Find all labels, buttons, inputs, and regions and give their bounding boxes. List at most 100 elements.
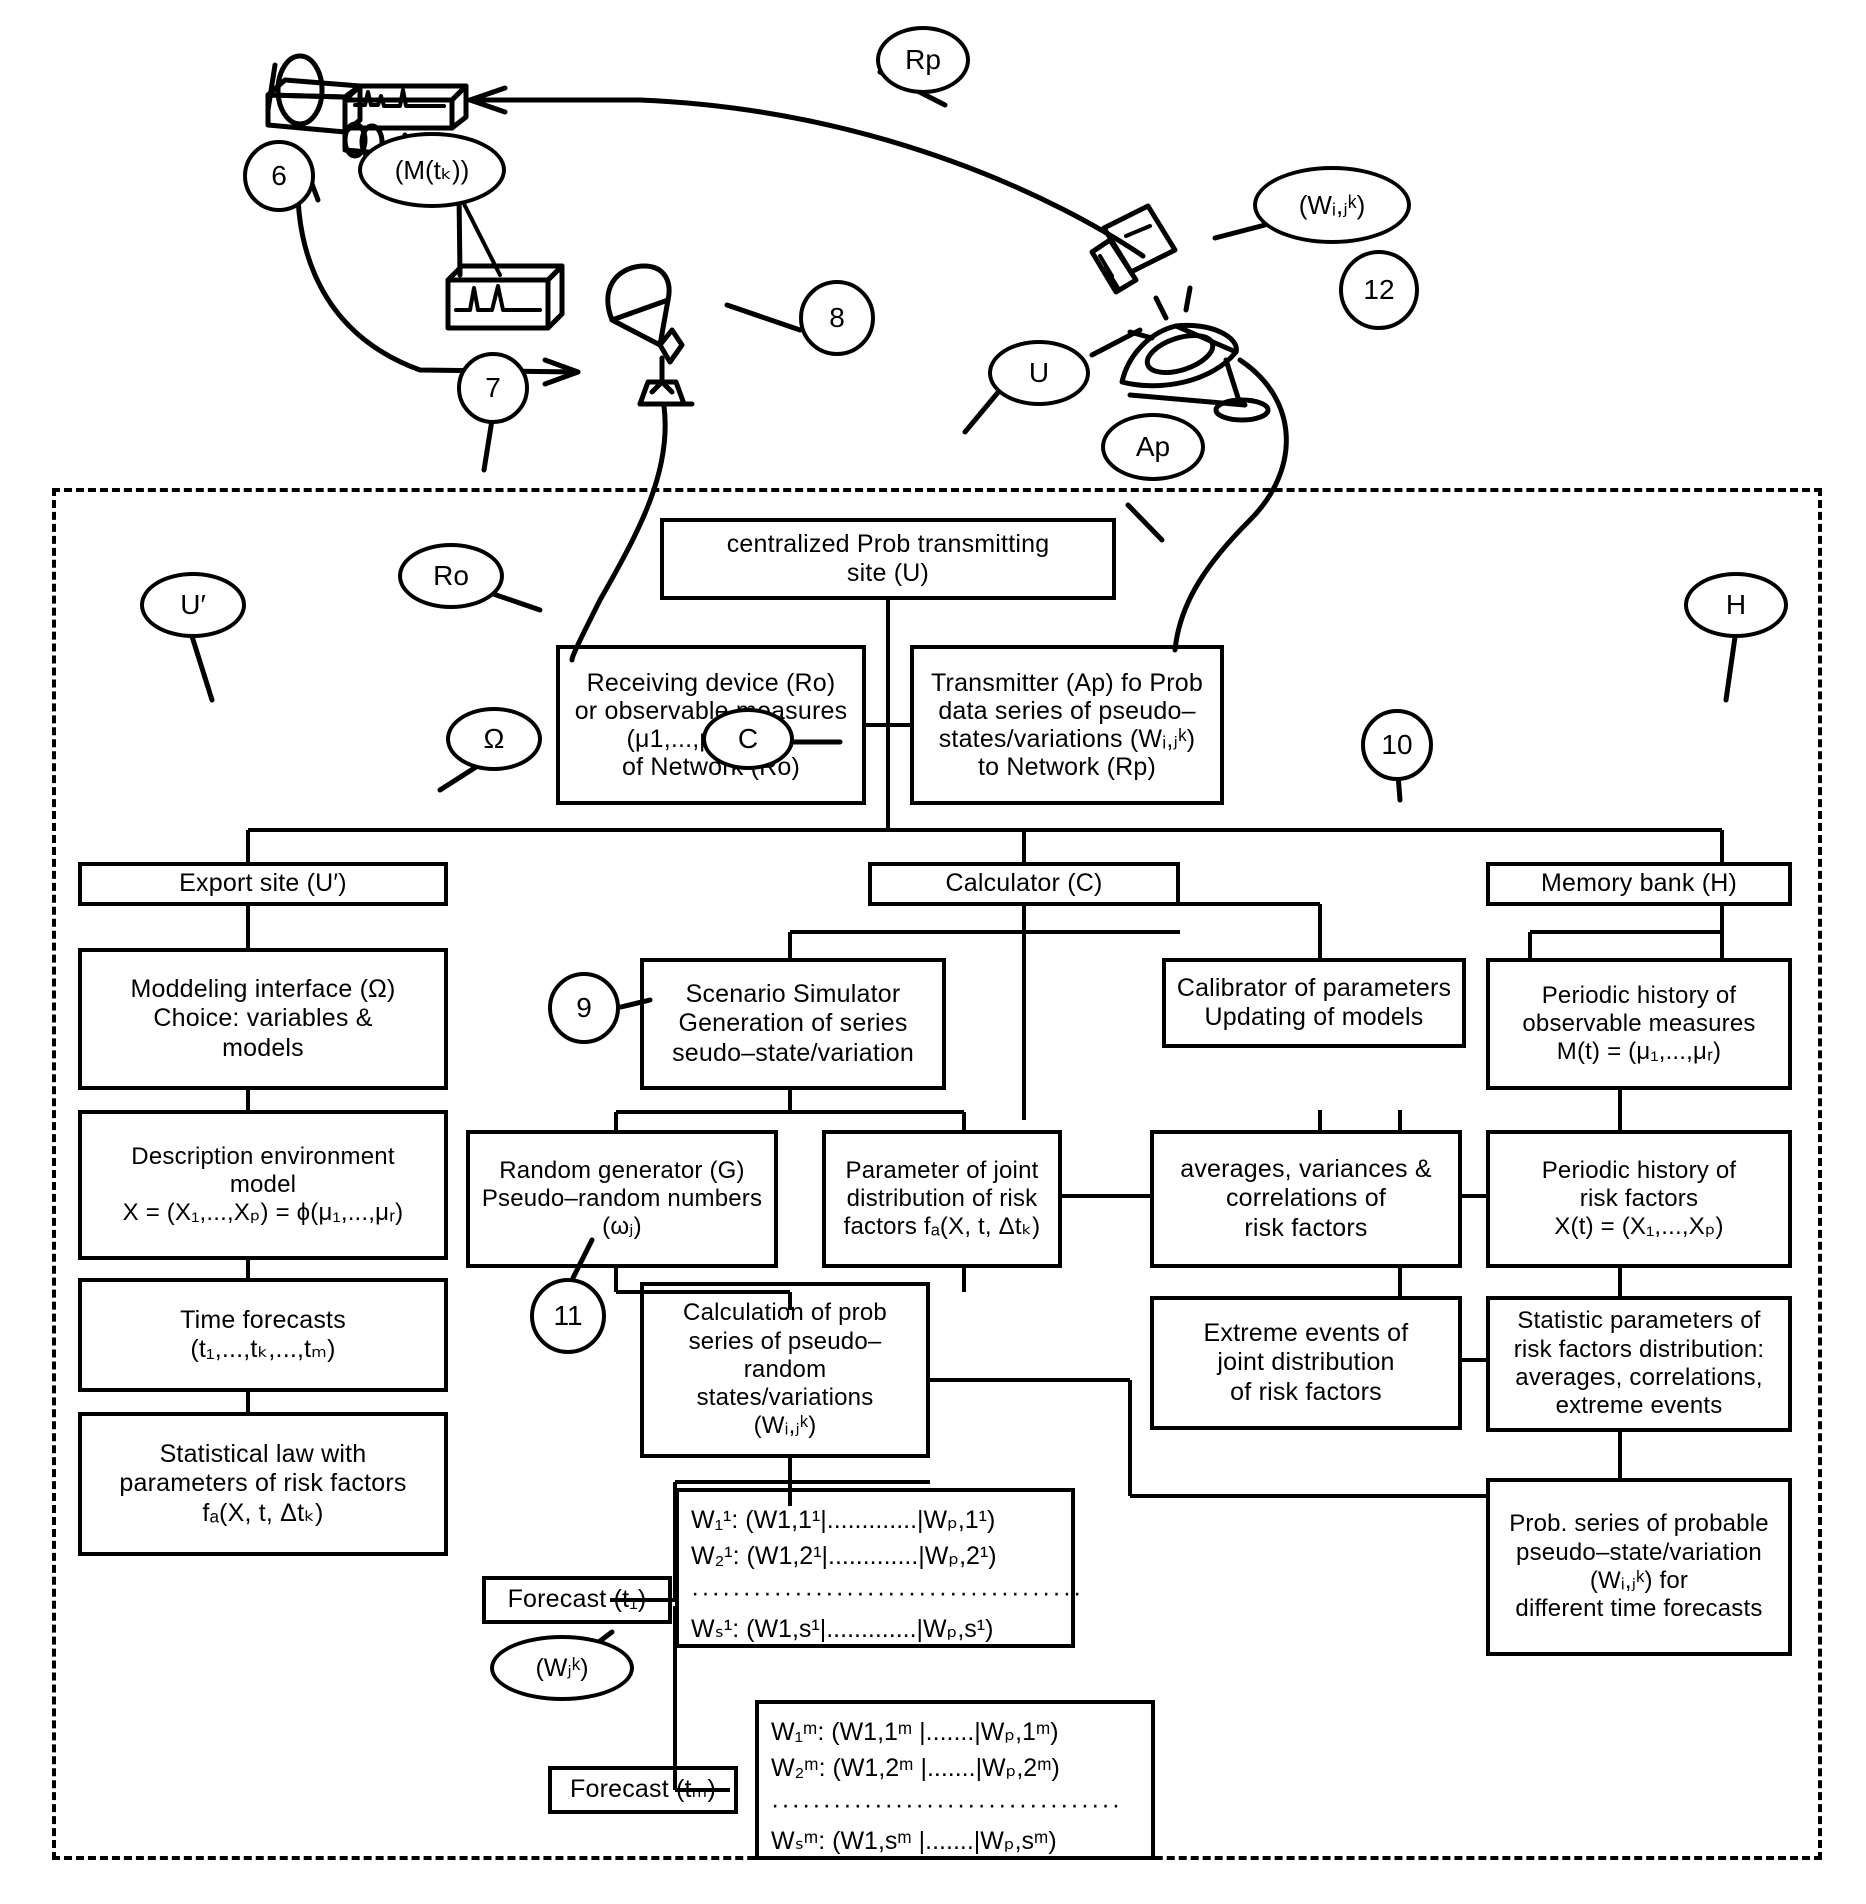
box-forecast-tm[interactable]: Forecast (tₘ) <box>548 1766 738 1814</box>
calc-prob-series-line-4: (Wᵢ,ⱼᵏ) <box>753 1412 817 1440</box>
calc-prob-series-line-1: Calculation of prob <box>683 1299 887 1327</box>
box-modelling-interface[interactable]: Moddeling interface (Ω) Choice: variable… <box>78 948 448 1090</box>
periodic-history-risk-line-2: risk factors <box>1579 1184 1699 1212</box>
description-env-line-2: model <box>229 1170 297 1198</box>
matrix-t1-row-2: W₂¹: (W1,2¹|.............|Wₚ,2¹) <box>691 1542 997 1571</box>
scenario-simulator-line-1: Scenario Simulator <box>685 979 901 1008</box>
box-scenario-simulator[interactable]: Scenario Simulator Generation of series … <box>640 958 946 1090</box>
measurement-device-icon <box>445 263 565 331</box>
matrix-tm-row-s: Wₛᵐ: (W1,sᵐ |.......|Wₚ,sᵐ) <box>771 1826 1057 1855</box>
random-generator-line-2: Pseudo–random numbers <box>481 1184 763 1212</box>
box-calculator[interactable]: Calculator (C) <box>868 862 1180 906</box>
leader-mtk <box>456 191 463 278</box>
matrix-forecast-tm: W₁ᵐ: (W1,1ᵐ |.......|Wₚ,1ᵐ) W₂ᵐ: (W1,2ᵐ … <box>755 1700 1155 1860</box>
box-forecast-t1[interactable]: Forecast (t₁) <box>482 1576 672 1624</box>
random-generator-line-1: Random generator (G) <box>499 1156 745 1184</box>
modelling-interface-line-1: Moddeling interface (Ω) <box>130 974 396 1003</box>
callout-6: 6 <box>243 140 315 212</box>
callout-ap: Ap <box>1101 413 1205 481</box>
centralized-site-line-1: centralized Prob transmitting <box>726 529 1050 558</box>
joint-distribution-line-3: factors fₐ(X, t, Δtₖ) <box>843 1213 1041 1241</box>
extreme-events-line-1: Extreme events of <box>1203 1318 1409 1347</box>
prob-series-probable-line-3: (Wᵢ,ⱼᵏ) for <box>1589 1567 1689 1594</box>
statistical-law-line-2: parameters of risk factors <box>119 1469 407 1498</box>
transmitter-line-4: to Network (Rp) <box>977 753 1157 781</box>
statistic-parameters-line-1: Statistic parameters of <box>1517 1307 1761 1335</box>
box-extreme-events[interactable]: Extreme events of joint distribution of … <box>1150 1296 1462 1430</box>
extreme-events-line-2: joint distribution <box>1217 1348 1395 1377</box>
joint-distribution-line-1: Parameter of joint <box>845 1156 1039 1184</box>
statistical-law-line-3: fₐ(X, t, Δtₖ) <box>202 1498 324 1527</box>
receiving-device-line-1: Receiving device (Ro) <box>586 669 836 697</box>
box-calibrator[interactable]: Calibrator of parameters Updating of mod… <box>1162 958 1466 1048</box>
callout-omega: Ω <box>446 707 542 771</box>
time-forecasts-line-2: (t₁,...,tₖ,...,tₘ) <box>190 1335 336 1363</box>
box-statistical-law[interactable]: Statistical law with parameters of risk … <box>78 1412 448 1556</box>
transmitter-line-2: data series of pseudo– <box>938 697 1196 725</box>
box-statistic-parameters[interactable]: Statistic parameters of risk factors dis… <box>1486 1296 1792 1432</box>
transmitter-line-1: Transmitter (Ap) fo Prob <box>931 669 1203 697</box>
forecast-t1-label: Forecast (t₁) <box>507 1585 647 1614</box>
callout-rp-label: Rp <box>905 44 941 75</box>
box-prob-series-probable[interactable]: Prob. series of probable pseudo–state/va… <box>1486 1478 1792 1656</box>
leader-u <box>962 387 1003 435</box>
averages-variances-line-1: averages, variances & <box>1180 1154 1432 1183</box>
callout-10-label: 10 <box>1381 729 1413 760</box>
scenario-simulator-line-3: seudo–state/variation <box>672 1038 914 1067</box>
callout-11-label: 11 <box>553 1300 583 1331</box>
periodic-history-risk-line-3: X(t) = (X₁,...,Xₚ) <box>1554 1213 1724 1241</box>
callout-10: 10 <box>1361 709 1433 781</box>
modelling-interface-line-3: models <box>222 1033 304 1062</box>
description-env-line-1: Description environment <box>131 1142 395 1170</box>
callout-ro-label: Ro <box>433 560 469 591</box>
periodic-history-risk-line-1: Periodic history of <box>1541 1156 1737 1184</box>
box-averages-variances[interactable]: averages, variances & correlations of ri… <box>1150 1130 1462 1268</box>
centralized-site-line-2: site (U) <box>846 559 930 587</box>
callout-7: 7 <box>457 352 529 424</box>
callout-m-tk-label: (M(tₖ)) <box>394 154 470 185</box>
box-periodic-history-measures[interactable]: Periodic history of observable measures … <box>1486 958 1792 1090</box>
callout-omega-label: Ω <box>483 723 505 754</box>
leader-wijk <box>1212 222 1268 241</box>
box-transmitter[interactable]: Transmitter (Ap) fo Prob data series of … <box>910 645 1224 805</box>
statistical-law-line-1: Statistical law with <box>159 1439 367 1468</box>
callout-c-label: C <box>737 723 759 754</box>
callout-6-label: 6 <box>271 160 287 191</box>
parabolic-antenna-icon <box>605 263 695 407</box>
matrix-t1-row-dots: ······································ <box>691 1578 1084 1607</box>
time-forecasts-line-1: Time forecasts <box>180 1305 346 1334</box>
box-joint-distribution[interactable]: Parameter of joint distribution of risk … <box>822 1130 1062 1268</box>
scenario-simulator-line-2: Generation of series <box>678 1009 908 1038</box>
box-export-site[interactable]: Export site (U′) <box>78 862 448 906</box>
callout-u-label: U <box>1028 357 1050 388</box>
matrix-t1-row-s: Wₛ¹: (W1,s¹|.............|Wₚ,s¹) <box>691 1614 994 1643</box>
matrix-tm-row-1: W₁ᵐ: (W1,1ᵐ |.......|Wₚ,1ᵐ) <box>771 1718 1059 1746</box>
callout-rp: Rp <box>876 26 970 94</box>
calibrator-line-2: Updating of models <box>1204 1003 1424 1031</box>
callout-wijk-top: (Wᵢ,ⱼᵏ) <box>1253 166 1411 244</box>
box-time-forecasts[interactable]: Time forecasts (t₁,...,tₖ,...,tₘ) <box>78 1278 448 1392</box>
box-random-generator[interactable]: Random generator (G) Pseudo–random numbe… <box>466 1130 778 1268</box>
matrix-tm-row-dots: ·································· <box>771 1790 1123 1819</box>
callout-8-label: 8 <box>829 302 845 333</box>
periodic-history-measures-line-3: M(t) = (μ₁,...,μᵣ) <box>1556 1038 1722 1066</box>
box-centralized-site[interactable]: centralized Prob transmitting site (U) <box>660 518 1116 600</box>
callout-c: C <box>702 708 794 770</box>
box-description-environment[interactable]: Description environment model X = (X₁,..… <box>78 1110 448 1260</box>
averages-variances-line-2: correlations of <box>1225 1184 1387 1213</box>
box-calculation-prob-series[interactable]: Calculation of prob series of pseudo–ran… <box>640 1282 930 1458</box>
forecast-tm-label: Forecast (tₘ) <box>570 1775 716 1804</box>
rp-arc <box>467 97 1146 259</box>
description-env-line-3: X = (X₁,...,Xₚ) = ϕ(μ₁,...,μᵣ) <box>122 1199 404 1227</box>
calc-prob-series-line-3: states/variations <box>696 1384 874 1412</box>
matrix-tm-row-2: W₂ᵐ: (W1,2ᵐ |.......|Wₚ,2ᵐ) <box>771 1754 1060 1783</box>
callout-u: U <box>988 340 1090 406</box>
leader-12 <box>1089 327 1143 358</box>
box-periodic-history-risk[interactable]: Periodic history of risk factors X(t) = … <box>1486 1130 1792 1268</box>
random-generator-line-3: (ωⱼ) <box>602 1213 642 1241</box>
radio-telescope-icon <box>1119 285 1271 423</box>
callout-wjk-bottom: (Wⱼᵏ) <box>490 1635 634 1701</box>
box-memory-bank[interactable]: Memory bank (H) <box>1486 862 1792 906</box>
callout-9: 9 <box>548 972 620 1044</box>
calibrator-line-1: Calibrator of parameters <box>1176 973 1452 1002</box>
